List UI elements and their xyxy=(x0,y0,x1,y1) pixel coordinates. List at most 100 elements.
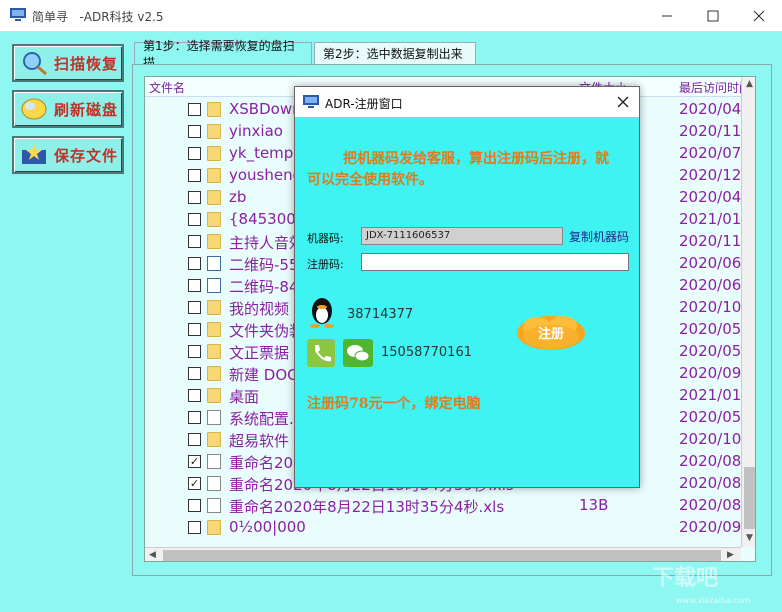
row-checkbox[interactable] xyxy=(188,169,201,182)
phone-number: 15058770161 xyxy=(381,345,472,360)
row-date: 2020/06 xyxy=(679,254,741,272)
folder-icon xyxy=(207,366,221,381)
row-checkbox[interactable] xyxy=(188,521,201,534)
row-size: 13B xyxy=(579,496,609,514)
row-checkbox[interactable] xyxy=(188,367,201,380)
row-checkbox[interactable] xyxy=(188,301,201,314)
row-date: 2020/05 xyxy=(679,342,741,360)
row-date: 2020/08 xyxy=(679,496,741,514)
row-checkbox[interactable] xyxy=(188,147,201,160)
disk-icon xyxy=(21,98,47,120)
folder-icon xyxy=(207,300,221,315)
folder-icon xyxy=(207,168,221,183)
folder-icon xyxy=(207,432,221,447)
column-access-time[interactable]: 最后访问时间 xyxy=(679,79,741,96)
refresh-disk-button[interactable]: 刷新磁盘 xyxy=(12,90,124,128)
folder-icon xyxy=(207,102,221,117)
horizontal-scroll-thumb[interactable] xyxy=(163,550,721,561)
register-code-label: 注册码: xyxy=(307,258,344,271)
watermark-logo: 下载吧 xyxy=(652,566,719,591)
row-checkbox[interactable]: ✓ xyxy=(188,477,201,490)
row-checkbox[interactable] xyxy=(188,411,201,424)
row-checkbox[interactable] xyxy=(188,103,201,116)
maximize-icon xyxy=(707,10,719,22)
window-title: 简单寻 -ADR科技 v2.5 xyxy=(32,10,164,24)
folder-icon xyxy=(207,234,221,249)
document-icon xyxy=(207,498,221,513)
row-checkbox[interactable] xyxy=(188,213,201,226)
maximize-button[interactable] xyxy=(690,0,736,32)
row-checkbox[interactable] xyxy=(188,191,201,204)
close-icon xyxy=(753,10,765,22)
row-date: 2021/01 xyxy=(679,386,741,404)
row-checkbox[interactable] xyxy=(188,323,201,336)
folder-icon xyxy=(207,190,221,205)
wechat-icon xyxy=(343,339,373,367)
row-date: 2021/01 xyxy=(679,210,741,228)
register-code-input[interactable] xyxy=(361,253,629,271)
close-button[interactable] xyxy=(736,0,782,32)
row-checkbox[interactable] xyxy=(188,345,201,358)
row-date: 2020/09 xyxy=(679,364,741,382)
row-date: 2020/09 xyxy=(679,518,741,536)
folder-icon xyxy=(207,322,221,337)
row-checkbox[interactable] xyxy=(188,257,201,270)
row-date: 2020/10 xyxy=(679,298,741,316)
document-icon xyxy=(207,476,221,491)
refresh-disk-label: 刷新磁盘 xyxy=(54,100,119,119)
scroll-right-icon[interactable]: ▶ xyxy=(727,550,734,560)
vertical-scrollbar[interactable]: ▲ ▼ xyxy=(741,77,755,547)
row-checkbox[interactable] xyxy=(188,389,201,402)
qq-number: 38714377 xyxy=(347,307,414,322)
title-bar: 简单寻 -ADR科技 v2.5 xyxy=(0,0,782,32)
magnifier-icon xyxy=(23,52,47,76)
watermark-url: www.xiazaiba.com xyxy=(676,596,751,605)
row-date: 2020/07 xyxy=(679,144,741,162)
save-star-icon xyxy=(22,144,46,164)
machine-code-field[interactable]: JDX-7111606537 xyxy=(361,227,563,245)
dialog-title-bar: ADR-注册窗口 xyxy=(295,87,639,117)
row-checkbox[interactable] xyxy=(188,433,201,446)
row-date: 2020/05 xyxy=(679,408,741,426)
image-file-icon xyxy=(207,278,221,293)
scan-recover-label: 扫描恢复 xyxy=(54,54,119,73)
register-button[interactable]: 注册 xyxy=(513,313,589,353)
row-date: 2020/11 xyxy=(679,122,741,140)
dialog-close-button[interactable] xyxy=(611,91,635,113)
vertical-scroll-thumb[interactable] xyxy=(744,467,755,529)
row-date: 2020/10 xyxy=(679,430,741,448)
row-checkbox[interactable] xyxy=(188,235,201,248)
row-date: 2020/06 xyxy=(679,276,741,294)
close-icon xyxy=(617,96,629,108)
save-file-button[interactable]: 保存文件 xyxy=(12,136,124,174)
scroll-left-icon[interactable]: ◀ xyxy=(149,550,156,560)
scan-recover-button[interactable]: 扫描恢复 xyxy=(12,44,124,82)
qq-penguin-icon xyxy=(310,298,334,328)
scroll-up-icon[interactable]: ▲ xyxy=(746,79,753,89)
table-row[interactable]: 0½00|000 2020/09 xyxy=(145,517,741,539)
row-filename: 0½00|000 xyxy=(229,518,306,536)
price-text: 注册码78元一个，绑定电脑 xyxy=(307,396,481,412)
scroll-down-icon[interactable]: ▼ xyxy=(746,533,753,543)
folder-icon xyxy=(207,146,221,161)
row-checkbox[interactable]: ✓ xyxy=(188,455,201,468)
folder-icon xyxy=(207,212,221,227)
copy-machine-code-link[interactable]: 复制机器码 xyxy=(569,228,629,245)
minimize-icon xyxy=(662,15,672,17)
row-checkbox[interactable] xyxy=(188,499,201,512)
machine-code-label: 机器码: xyxy=(307,232,344,245)
tab-step1[interactable]: 第1步：选择需要恢复的盘扫描 xyxy=(134,39,312,70)
table-row[interactable]: 重命名2020年8月22日13时35分4秒.xls 13B 2020/08 xyxy=(145,495,741,517)
folder-icon xyxy=(207,388,221,403)
dialog-title: ADR-注册窗口 xyxy=(325,97,403,111)
row-checkbox[interactable] xyxy=(188,125,201,138)
row-date: 2020/12 xyxy=(679,166,741,184)
register-dialog: ADR-注册窗口 把机器码发给客服，算出注册码后注册，就可以完全使用软件。 机器… xyxy=(294,86,640,488)
tab-step2[interactable]: 第2步：选中数据复制出来 xyxy=(314,42,476,64)
minimize-button[interactable] xyxy=(644,0,690,32)
config-file-icon xyxy=(207,410,221,425)
row-checkbox[interactable] xyxy=(188,279,201,292)
row-date: 2020/08 xyxy=(679,474,741,492)
column-filename[interactable]: 文件名 xyxy=(149,79,185,96)
save-file-label: 保存文件 xyxy=(54,146,119,165)
